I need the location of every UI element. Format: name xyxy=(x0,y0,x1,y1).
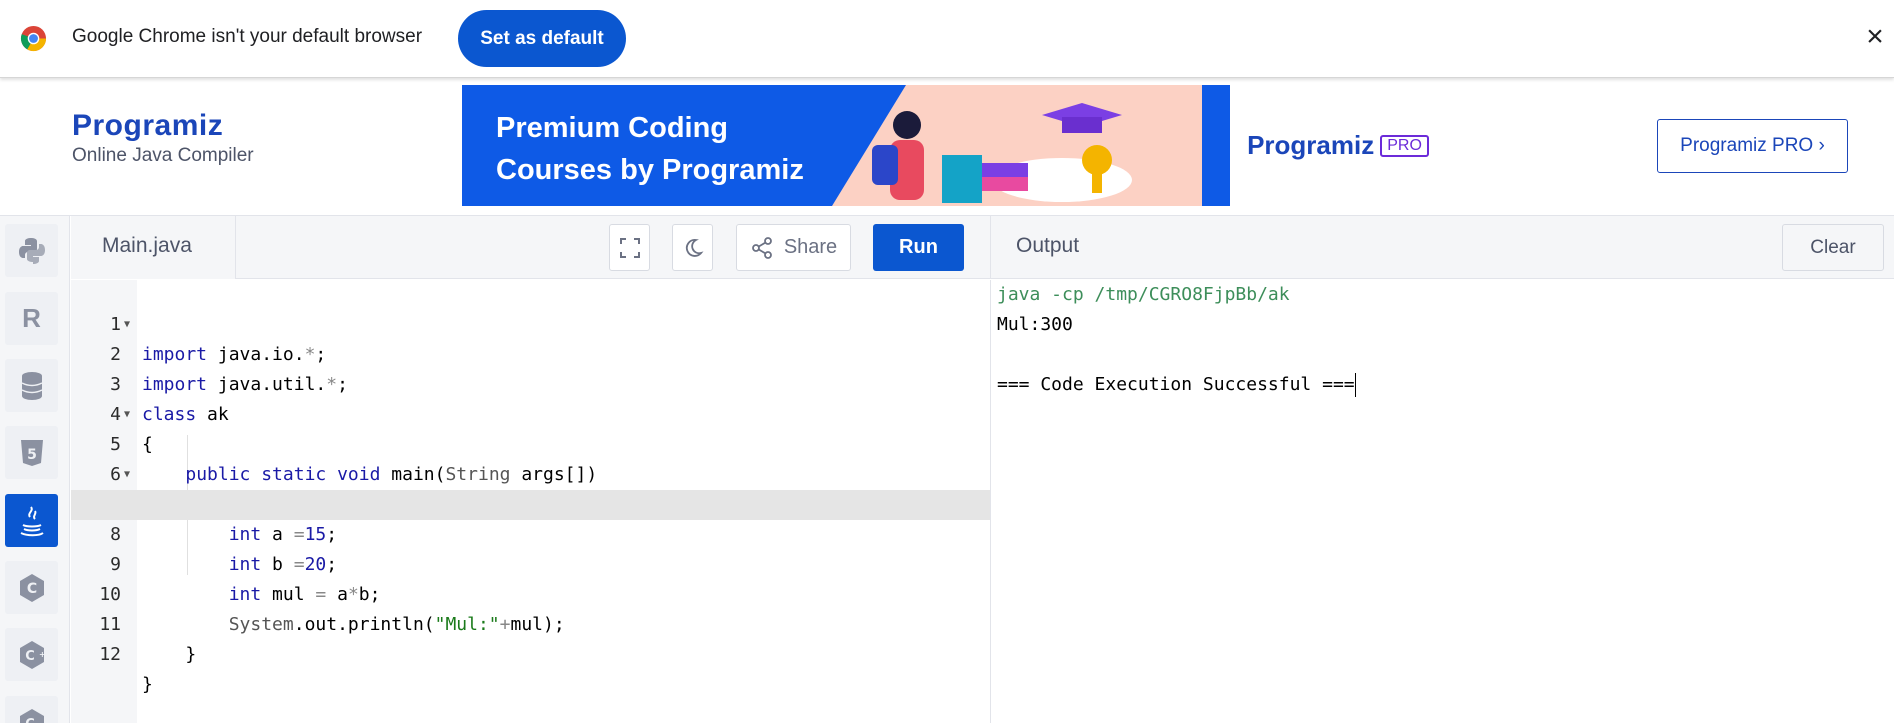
code-line[interactable]: 10 System.out.println("Mul:"+mul); xyxy=(71,550,990,635)
c-language-icon[interactable]: C xyxy=(5,561,58,614)
programiz-logo: Programiz xyxy=(72,109,224,142)
banner-pro-logo: Programiz PRO xyxy=(1230,85,1446,206)
site-header: Programiz Online Java Compiler Premium C… xyxy=(0,79,1894,216)
banner-line-1: Premium Coding xyxy=(496,112,729,144)
default-browser-infobar: Google Chrome isn't your default browser… xyxy=(0,0,1894,78)
code-line[interactable]: 6▼ { xyxy=(71,430,990,515)
share-label: Share xyxy=(783,236,838,258)
java-icon[interactable] xyxy=(5,494,58,547)
share-button[interactable]: Share xyxy=(736,224,851,271)
promo-banner[interactable]: Premium Coding Courses by Programiz Prog… xyxy=(462,85,1446,206)
code-line[interactable]: 11 } xyxy=(71,580,990,665)
python-icon[interactable] xyxy=(5,224,58,277)
programiz-pro-button[interactable]: Programiz PRO › xyxy=(1657,119,1848,173)
html5-icon[interactable]: 5 xyxy=(5,426,58,479)
banner-right-logo: Programiz xyxy=(1247,130,1375,160)
books-illustration-icon xyxy=(872,103,1132,203)
fullscreen-icon[interactable] xyxy=(609,224,650,271)
output-title: Output xyxy=(1016,234,1080,257)
brand[interactable]: Programiz Online Java Compiler xyxy=(72,109,254,167)
output-toolbar: Output Clear xyxy=(990,216,1894,279)
output-command: java -cp /tmp/CGRO8FjpBb/ak xyxy=(997,284,1290,305)
brand-subtitle: Online Java Compiler xyxy=(72,145,254,166)
close-icon[interactable]: × xyxy=(1862,22,1888,53)
infobar-message: Google Chrome isn't your default browser xyxy=(72,26,423,47)
svg-text:C: C xyxy=(25,649,35,664)
chrome-logo-icon xyxy=(20,25,47,52)
svg-text:C: C xyxy=(25,717,35,723)
text-caret xyxy=(1354,373,1356,397)
code-line[interactable]: 12 } xyxy=(71,610,990,695)
file-tab-main-java[interactable]: Main.java xyxy=(71,216,236,279)
share-icon xyxy=(751,236,772,259)
set-as-default-button[interactable]: Set as default xyxy=(458,10,626,67)
editor-toolbar: Main.java Share Run xyxy=(71,216,990,279)
run-button[interactable]: Run xyxy=(873,224,964,271)
code-line[interactable]: 1 ▼ import java.io.*; xyxy=(71,280,990,365)
sql-database-icon[interactable] xyxy=(5,359,58,412)
code-line[interactable]: 4 ▼ { xyxy=(71,370,990,455)
output-status: === Code Execution Successful === xyxy=(997,374,1355,395)
code-line[interactable]: 7 int a =15; xyxy=(71,460,990,545)
code-editor[interactable]: 1 ▼ import java.io.*; 2 import java.util.… xyxy=(71,280,990,723)
svg-text:+: + xyxy=(39,650,46,659)
code-line[interactable]: 9 int mul = a*b; xyxy=(71,520,990,605)
cpp-language-icon[interactable]: C + xyxy=(5,628,58,681)
r-language-icon[interactable]: R xyxy=(5,292,58,345)
line-number: 12 xyxy=(99,644,121,665)
csharp-language-icon[interactable]: C xyxy=(5,696,58,723)
banner-illustration xyxy=(832,85,1202,206)
banner-line-2: Courses by Programiz xyxy=(496,154,804,186)
svg-text:5: 5 xyxy=(27,447,37,463)
clear-button[interactable]: Clear xyxy=(1782,224,1884,271)
code-line[interactable]: 2 import java.util.*; xyxy=(71,310,990,395)
dark-mode-moon-icon[interactable] xyxy=(672,224,713,271)
code-line[interactable]: 3 class ak xyxy=(71,340,990,425)
banner-text: Premium Coding Courses by Programiz xyxy=(496,107,804,191)
language-sidebar: R 5 C C+ C xyxy=(0,216,70,723)
output-status-line: === Code Execution Successful === xyxy=(997,370,1356,400)
svg-text:C: C xyxy=(26,581,36,597)
output-console[interactable]: java -cp /tmp/CGRO8FjpBb/ak Mul:300 === … xyxy=(990,280,1894,723)
output-result: Mul:300 xyxy=(997,314,1073,335)
code-line-active[interactable]: 8 int b =20; xyxy=(71,490,990,575)
code-line[interactable]: 5 public static void main(String args[]) xyxy=(71,400,990,485)
pro-tag: PRO xyxy=(1380,134,1429,157)
